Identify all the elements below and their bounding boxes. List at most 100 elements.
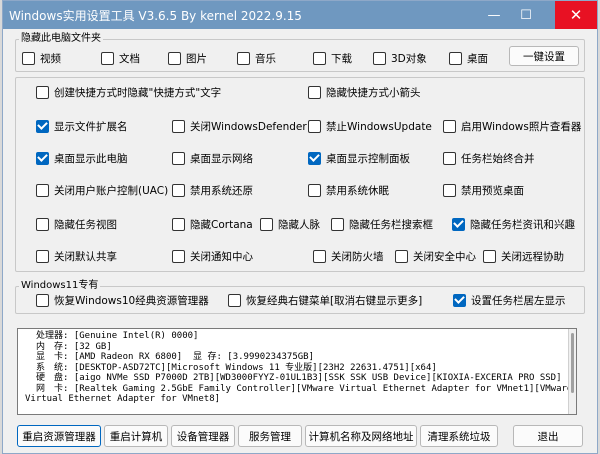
checkbox-label: 图片 bbox=[186, 52, 207, 65]
restart-computer-button[interactable]: 重启计算机 bbox=[104, 425, 168, 447]
device-manager-button[interactable]: 设备管理器 bbox=[171, 425, 235, 447]
checkbox-hide-shortcut-arrow[interactable]: 隐藏快捷方式小箭头 bbox=[308, 85, 421, 99]
checkbox-hide-downloads[interactable]: 下载 bbox=[313, 51, 352, 65]
checkbox-box[interactable] bbox=[36, 85, 49, 99]
checkbox-show-file-extensions[interactable]: 显示文件扩展名 bbox=[36, 119, 128, 133]
checkbox-box[interactable] bbox=[443, 151, 456, 165]
restart-explorer-button[interactable]: 重启资源管理器 bbox=[17, 425, 101, 447]
checkbox-disable-firewall[interactable]: 关闭防火墙 bbox=[313, 249, 384, 263]
checkbox-box[interactable] bbox=[36, 183, 49, 197]
checkbox-disable-security-center[interactable]: 关闭安全中心 bbox=[395, 249, 476, 263]
checkbox-box[interactable] bbox=[172, 151, 185, 165]
checkbox-box[interactable] bbox=[308, 119, 321, 133]
checkbox-desktop-show-network[interactable]: 桌面显示网络 bbox=[172, 151, 253, 165]
system-info-os: 系 统: [DESKTOP-ASD72TC][Microsoft Windows… bbox=[36, 362, 437, 373]
close-button[interactable]: ✕ bbox=[555, 1, 597, 29]
checkbox-box[interactable] bbox=[36, 151, 49, 165]
checkbox-hide-music[interactable]: 音乐 bbox=[237, 51, 276, 65]
checkbox-label: 桌面显示网络 bbox=[190, 152, 253, 165]
checkbox-label: 下载 bbox=[331, 52, 352, 65]
checkbox-label: 桌面显示控制面板 bbox=[326, 152, 410, 165]
checkbox-box[interactable] bbox=[22, 51, 35, 65]
checkbox-disable-remote-assistance[interactable]: 关闭远程协助 bbox=[483, 249, 564, 263]
options-group bbox=[15, 77, 585, 272]
clean-junk-button[interactable]: 清理系统垃圾 bbox=[420, 425, 498, 447]
checkbox-label: 任务栏始终合并 bbox=[461, 152, 535, 165]
win11-group-label: Windows11专有 bbox=[19, 280, 101, 292]
checkbox-hide-cortana[interactable]: 隐藏Cortana bbox=[172, 217, 253, 231]
checkbox-taskbar-align-left[interactable]: 设置任务栏居左显示 bbox=[453, 293, 566, 307]
checkbox-hide-shortcut-text[interactable]: 创建快捷方式时隐藏"快捷方式"文字 bbox=[36, 85, 221, 99]
checkbox-restore-classic-context-menu[interactable]: 恢复经典右键菜单[取消右键显示更多] bbox=[228, 293, 422, 307]
checkbox-box[interactable] bbox=[172, 249, 185, 263]
checkbox-disable-windows-update[interactable]: 禁止WindowsUpdate bbox=[308, 119, 432, 133]
checkbox-box[interactable] bbox=[308, 85, 321, 99]
title-bar[interactable]: Windows实用设置工具 V3.6.5 By kernel 2022.9.15… bbox=[3, 1, 597, 29]
checkbox-box[interactable] bbox=[453, 293, 466, 307]
checkbox-label: 关闭WindowsDefender bbox=[190, 120, 307, 133]
checkbox-box[interactable] bbox=[168, 51, 181, 65]
checkbox-disable-peek-desktop[interactable]: 禁用预览桌面 bbox=[443, 183, 524, 197]
checkbox-box[interactable] bbox=[237, 51, 250, 65]
checkbox-hide-people[interactable]: 隐藏人脉 bbox=[260, 217, 320, 231]
checkbox-label: 启用Windows照片查看器 bbox=[461, 120, 582, 133]
checkbox-box[interactable] bbox=[449, 51, 462, 65]
checkbox-box[interactable] bbox=[331, 217, 344, 231]
checkbox-box[interactable] bbox=[172, 217, 185, 231]
checkbox-hide-documents[interactable]: 文档 bbox=[101, 51, 140, 65]
checkbox-box[interactable] bbox=[308, 183, 321, 197]
checkbox-box[interactable] bbox=[373, 51, 386, 65]
checkbox-box[interactable] bbox=[260, 217, 273, 231]
checkbox-hide-desktop[interactable]: 桌面 bbox=[449, 51, 488, 65]
checkbox-restore-win10-explorer[interactable]: 恢复Windows10经典资源管理器 bbox=[36, 293, 209, 307]
checkbox-label: 文档 bbox=[119, 52, 140, 65]
exit-button[interactable]: 退出 bbox=[513, 425, 583, 447]
checkbox-hide-3d-objects[interactable]: 3D对象 bbox=[373, 51, 427, 65]
system-info-network-cont: Virtual Ethernet Adapter for VMnet8] bbox=[25, 394, 221, 404]
service-management-button[interactable]: 服务管理 bbox=[238, 425, 302, 447]
checkbox-hide-news-interests[interactable]: 隐藏任务栏资讯和兴趣 bbox=[452, 217, 575, 231]
checkbox-disable-notification-center[interactable]: 关闭通知中心 bbox=[172, 249, 253, 263]
checkbox-box[interactable] bbox=[172, 183, 185, 197]
checkbox-hide-videos[interactable]: 视频 bbox=[22, 51, 61, 65]
checkbox-desktop-show-control-panel[interactable]: 桌面显示控制面板 bbox=[308, 151, 410, 165]
checkbox-box[interactable] bbox=[308, 151, 321, 165]
checkbox-disable-uac[interactable]: 关闭用户账户控制(UAC) bbox=[36, 183, 168, 197]
checkbox-disable-default-shares[interactable]: 关闭默认共享 bbox=[36, 249, 117, 263]
minimize-button[interactable]: — bbox=[479, 1, 509, 29]
one-click-setup-button[interactable]: 一键设置 bbox=[509, 46, 579, 66]
checkbox-box[interactable] bbox=[483, 249, 496, 263]
system-info-panel[interactable]: 处理器: [Genuine Intel(R) 0000] 内 存: [32 GB… bbox=[17, 328, 577, 415]
checkbox-box[interactable] bbox=[452, 217, 465, 231]
checkbox-taskbar-always-combine[interactable]: 任务栏始终合并 bbox=[443, 151, 535, 165]
checkbox-box[interactable] bbox=[172, 119, 185, 133]
checkbox-box[interactable] bbox=[101, 51, 114, 65]
checkbox-label: 桌面 bbox=[467, 52, 488, 65]
checkbox-label: 关闭默认共享 bbox=[54, 250, 117, 263]
checkbox-box[interactable] bbox=[36, 119, 49, 133]
checkbox-label: 关闭远程协助 bbox=[501, 250, 564, 263]
checkbox-hide-task-view[interactable]: 隐藏任务视图 bbox=[36, 217, 117, 231]
checkbox-hide-taskbar-search[interactable]: 隐藏任务栏搜索框 bbox=[331, 217, 433, 231]
system-info-gpu: 显 卡: [AMD Radeon RX 6800] 显 存: [3.999023… bbox=[36, 352, 314, 362]
checkbox-disable-defender[interactable]: 关闭WindowsDefender bbox=[172, 119, 307, 133]
checkbox-box[interactable] bbox=[395, 249, 408, 263]
checkbox-enable-photo-viewer[interactable]: 启用Windows照片查看器 bbox=[443, 119, 581, 133]
checkbox-disable-system-restore[interactable]: 禁用系统还原 bbox=[172, 183, 253, 197]
system-info-scrollbar[interactable] bbox=[568, 329, 576, 414]
checkbox-box[interactable] bbox=[443, 119, 456, 133]
checkbox-box[interactable] bbox=[443, 183, 456, 197]
checkbox-box[interactable] bbox=[36, 217, 49, 231]
system-info-cpu: 处理器: [Genuine Intel(R) 0000] bbox=[36, 331, 199, 341]
checkbox-disable-hibernation[interactable]: 禁用系统休眠 bbox=[308, 183, 389, 197]
checkbox-box[interactable] bbox=[36, 293, 49, 307]
checkbox-box[interactable] bbox=[36, 249, 49, 263]
computer-name-network-button[interactable]: 计算机名称及网络地址 bbox=[305, 425, 417, 447]
checkbox-box[interactable] bbox=[228, 293, 241, 307]
checkbox-label: 禁止WindowsUpdate bbox=[326, 120, 432, 133]
checkbox-box[interactable] bbox=[313, 249, 326, 263]
checkbox-desktop-show-this-pc[interactable]: 桌面显示此电脑 bbox=[36, 151, 128, 165]
checkbox-box[interactable] bbox=[313, 51, 326, 65]
maximize-button[interactable]: ☐ bbox=[511, 1, 541, 29]
checkbox-hide-pictures[interactable]: 图片 bbox=[168, 51, 207, 65]
